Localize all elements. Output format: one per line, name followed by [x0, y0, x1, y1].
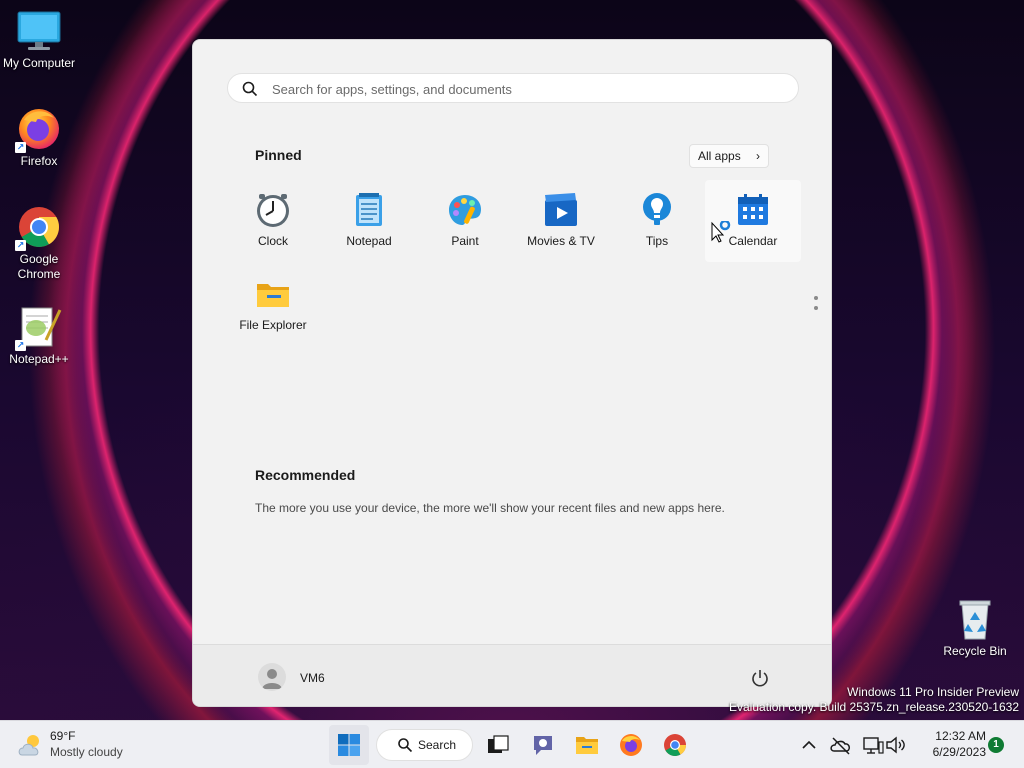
firefox-taskbar-button[interactable]	[611, 725, 651, 765]
search-icon	[242, 81, 258, 97]
cloud-sun-icon	[18, 735, 39, 756]
app-label: Paint	[451, 234, 479, 248]
clock-date: 6/29/2023	[932, 745, 986, 759]
pinned-app-file-explorer[interactable]: File Explorer	[225, 264, 321, 346]
onedrive-offline-icon[interactable]	[829, 733, 853, 757]
desktop-icon-label: Firefox	[20, 154, 58, 168]
shortcut-arrow-icon: ↗	[15, 340, 26, 351]
watermark-line-1: Windows 11 Pro Insider Preview	[847, 685, 1019, 699]
start-search-input[interactable]	[270, 78, 774, 100]
monitor-icon	[16, 8, 62, 54]
pinned-app-notepad[interactable]: Notepad	[321, 180, 417, 262]
desktop-icon-notepadpp[interactable]: ↗ Notepad++	[1, 304, 77, 367]
user-icon	[262, 669, 282, 689]
movies-icon	[543, 192, 579, 228]
pinned-title: Pinned	[255, 147, 302, 163]
recycle-bin-icon	[952, 596, 998, 642]
windows-watermark: Windows 11 Pro Insider Preview Evaluatio…	[729, 685, 1019, 715]
app-label: Notepad	[346, 234, 392, 248]
desktop-icon-label: My Computer	[2, 56, 76, 70]
shortcut-arrow-icon: ↗	[15, 240, 26, 251]
teams-chat-button[interactable]	[523, 725, 563, 765]
start-menu: Pinned All apps › Clock	[192, 39, 832, 707]
taskbar-search[interactable]: Search	[376, 729, 473, 761]
clock-icon	[255, 192, 291, 228]
weather-description: Mostly cloudy	[50, 745, 123, 759]
notepad-icon	[351, 192, 387, 228]
desktop-icon-firefox[interactable]: ↗ Firefox	[1, 106, 77, 169]
user-avatar[interactable]	[258, 663, 286, 691]
clock-time: 12:32 AM	[935, 729, 986, 743]
system-clock[interactable]: 12:32 AM 6/29/2023	[910, 728, 986, 760]
volume-icon[interactable]	[884, 733, 908, 757]
start-search-box[interactable]	[227, 73, 799, 103]
recommended-title: Recommended	[255, 467, 356, 483]
pinned-app-clock[interactable]: Clock	[225, 180, 321, 262]
desktop-icon-chrome[interactable]: ↗ Google Chrome	[1, 204, 77, 282]
taskbar-search-label: Search	[418, 738, 457, 752]
chrome-icon: ↗	[15, 204, 62, 251]
chat-icon	[534, 736, 552, 755]
desktop-icon-recycle-bin[interactable]: Recycle Bin	[937, 596, 1013, 659]
mouse-cursor-icon	[711, 221, 731, 243]
pinned-app-tips[interactable]: Tips	[609, 180, 705, 262]
shortcut-arrow-icon: ↗	[15, 142, 26, 153]
all-apps-button[interactable]: All apps ›	[689, 144, 769, 168]
task-view-button[interactable]	[478, 725, 518, 765]
app-label: File Explorer	[239, 318, 307, 332]
chrome-taskbar-button[interactable]	[655, 725, 695, 765]
user-name[interactable]: VM6	[300, 671, 325, 685]
weather-widget[interactable]: 69°F Mostly cloudy	[14, 728, 164, 762]
desktop-icon-label: Google Chrome	[17, 252, 61, 281]
start-button[interactable]	[329, 725, 369, 765]
desktop-icon-label: Notepad++	[9, 352, 69, 366]
firefox-icon: ↗	[15, 106, 62, 153]
watermark-line-2: Evaluation copy. Build 25375.zn_release.…	[729, 700, 1019, 714]
pinned-app-movies-tv[interactable]: Movies & TV	[513, 180, 609, 262]
firefox-icon	[620, 734, 642, 756]
app-label: Movies & TV	[527, 234, 595, 248]
paint-icon	[447, 192, 483, 228]
weather-temperature: 69°F	[50, 729, 76, 743]
desktop-icon-my-computer[interactable]: My Computer	[1, 8, 77, 71]
search-icon	[398, 738, 413, 753]
recommended-empty-text: The more you use your device, the more w…	[255, 501, 725, 515]
folder-icon	[255, 276, 291, 312]
notepadpp-icon: ↗	[15, 304, 62, 351]
chevron-up-icon[interactable]	[797, 733, 821, 757]
desktop-icon-label: Recycle Bin	[943, 644, 1007, 658]
tips-icon	[639, 192, 675, 228]
calendar-icon	[735, 192, 771, 228]
folder-icon	[576, 737, 598, 754]
all-apps-label: All apps	[698, 149, 741, 163]
taskbar: 69°F Mostly cloudy Search 12:32 AM 6/29/…	[0, 720, 1024, 768]
chevron-right-icon: ›	[756, 149, 760, 163]
chrome-icon	[664, 734, 686, 756]
app-label: Tips	[645, 234, 669, 248]
app-label: Clock	[257, 234, 288, 248]
pinned-app-paint[interactable]: Paint	[417, 180, 513, 262]
page-indicator[interactable]	[813, 296, 819, 316]
network-icon[interactable]	[861, 733, 885, 757]
notification-badge[interactable]: 1	[988, 737, 1004, 753]
task-view-icon	[488, 735, 509, 753]
file-explorer-button[interactable]	[567, 725, 607, 765]
windows-logo-icon	[338, 734, 360, 756]
